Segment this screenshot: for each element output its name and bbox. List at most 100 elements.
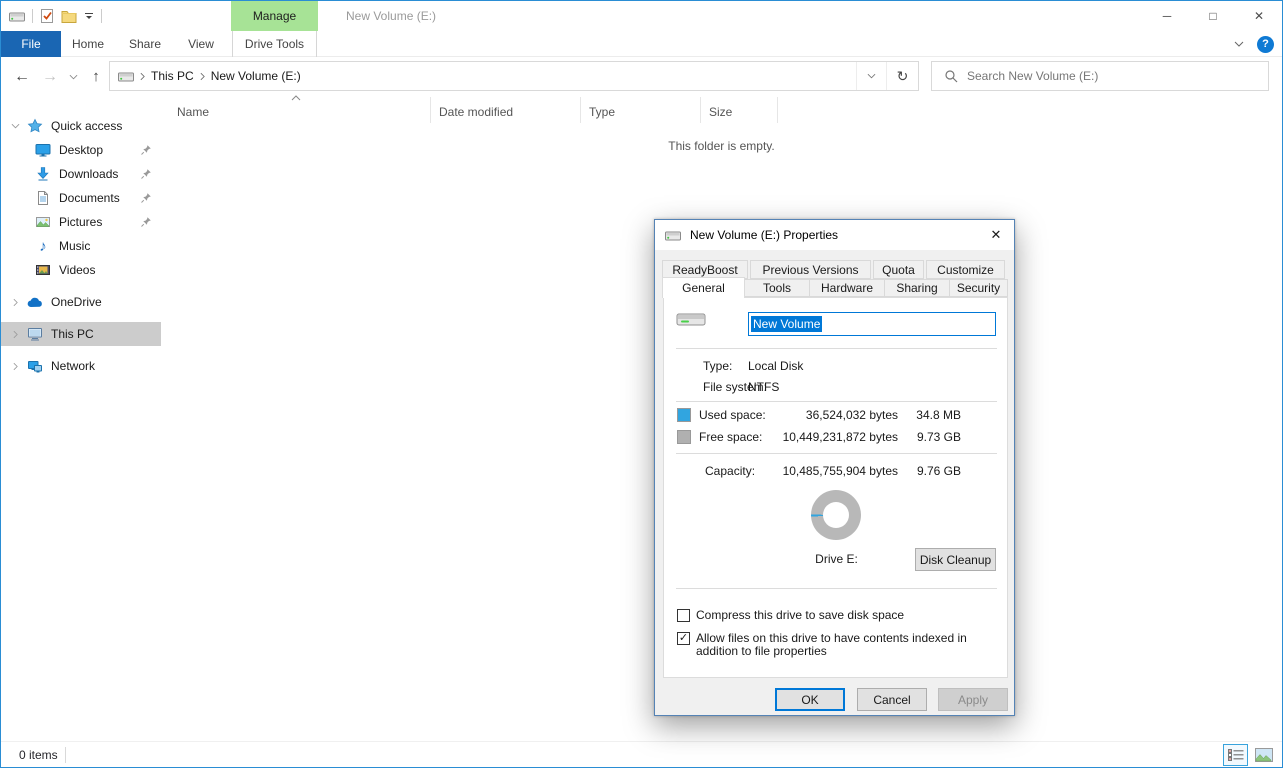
ok-button[interactable]: OK — [775, 688, 845, 711]
contextual-group-manage[interactable]: Manage — [231, 1, 318, 31]
column-header-date-modified[interactable]: Date modified — [431, 97, 581, 123]
sort-ascending-icon — [291, 95, 301, 101]
chevron-right-icon[interactable] — [200, 72, 205, 81]
empty-folder-message: This folder is empty. — [161, 139, 1282, 153]
up-button[interactable]: ↑ — [85, 58, 107, 95]
tab-customize[interactable]: Customize — [926, 260, 1005, 279]
tab-previous-versions[interactable]: Previous Versions — [750, 260, 871, 279]
sidebar-item-label: OneDrive — [51, 295, 102, 309]
volume-label-input[interactable]: New Volume — [748, 312, 996, 336]
tab-tools[interactable]: Tools — [745, 279, 810, 297]
address-dropdown-icon[interactable] — [856, 62, 886, 90]
sidebar-item-label: Desktop — [59, 143, 103, 157]
sidebar-item-quick-access[interactable]: Quick access — [1, 114, 161, 138]
filesystem-value: NTFS — [748, 380, 779, 394]
tab-quota[interactable]: Quota — [873, 260, 924, 279]
properties-icon[interactable] — [40, 8, 54, 24]
collapse-ribbon-icon[interactable] — [1234, 41, 1244, 47]
refresh-icon[interactable]: ↻ — [886, 62, 918, 90]
sidebar-item-documents[interactable]: Documents — [1, 186, 161, 210]
minimize-button[interactable]: ─ — [1144, 1, 1190, 31]
customize-toolbar-icon[interactable] — [84, 12, 94, 21]
sidebar-item-label: Videos — [59, 263, 95, 277]
disk-cleanup-button[interactable]: Disk Cleanup — [915, 548, 996, 571]
sidebar-item-label: Downloads — [59, 167, 118, 181]
capacity-label: Capacity: — [705, 464, 755, 478]
index-checkbox-label[interactable]: Allow files on this drive to have conten… — [696, 632, 999, 658]
help-icon[interactable]: ? — [1257, 36, 1274, 53]
checkmark-glyph: ✓ — [679, 633, 688, 644]
dialog-tabs-front-row: General Tools Hardware Sharing Security — [662, 279, 1008, 297]
column-header-size[interactable]: Size — [701, 97, 778, 123]
index-checkbox[interactable]: ✓ — [677, 632, 690, 645]
ribbon-right-controls: ? — [1234, 31, 1274, 57]
general-tab-page: New Volume Type: Local Disk File system:… — [663, 297, 1008, 678]
breadcrumb-current[interactable]: New Volume (E:) — [211, 69, 301, 83]
search-input[interactable] — [967, 69, 1268, 83]
window-title: New Volume (E:) — [346, 1, 436, 31]
items-count: 0 items — [19, 742, 58, 768]
tab-sharing[interactable]: Sharing — [885, 279, 950, 297]
sidebar-item-desktop[interactable]: Desktop — [1, 138, 161, 162]
chevron-right-icon[interactable] — [9, 362, 21, 371]
pin-icon — [140, 144, 152, 156]
navigation-pane: Quick access Desktop Downloads Documents… — [1, 95, 161, 741]
tab-drive-tools[interactable]: Drive Tools — [232, 31, 317, 57]
maximize-button[interactable]: □ — [1190, 1, 1236, 31]
forward-button[interactable]: → — [37, 58, 63, 95]
type-row: Type: Local Disk — [664, 359, 1007, 375]
view-toggles — [1223, 744, 1276, 766]
music-note-icon: ♪ — [34, 239, 52, 254]
tab-hardware[interactable]: Hardware — [810, 279, 885, 297]
history-chevron-icon[interactable] — [63, 58, 83, 95]
column-label: Size — [709, 105, 732, 119]
address-bar[interactable]: This PC New Volume (E:) — [110, 62, 856, 90]
tab-general[interactable]: General — [662, 277, 745, 298]
sidebar-item-videos[interactable]: Videos — [1, 258, 161, 282]
details-view-icon[interactable] — [1223, 744, 1248, 766]
tab-share[interactable]: Share — [117, 31, 173, 57]
sidebar-item-music[interactable]: ♪ Music — [1, 234, 161, 258]
ribbon-tab-bar: File Home Share View Drive Tools ? — [1, 31, 1282, 57]
column-headers: Name Date modified Type Size — [161, 97, 778, 123]
divider — [65, 747, 66, 763]
tab-view[interactable]: View — [173, 31, 229, 57]
breadcrumb-this-pc[interactable]: This PC — [151, 69, 194, 83]
filesystem-row: File system: NTFS — [664, 380, 1007, 396]
used-space-row: Used space: 36,524,032 bytes 34.8 MB — [664, 408, 1007, 424]
chevron-down-icon[interactable] — [9, 123, 21, 129]
tab-security[interactable]: Security — [950, 279, 1008, 297]
thumbnail-view-icon[interactable] — [1251, 744, 1276, 766]
chevron-right-icon[interactable] — [9, 330, 21, 339]
compress-checkbox[interactable] — [677, 609, 690, 622]
back-button[interactable]: ← — [9, 58, 35, 95]
dialog-close-button[interactable]: ✕ — [978, 220, 1014, 250]
divider — [676, 453, 997, 455]
sidebar-item-label: This PC — [51, 327, 94, 341]
sidebar-item-onedrive[interactable]: OneDrive — [1, 290, 161, 314]
chevron-right-icon[interactable] — [9, 298, 21, 307]
new-folder-icon[interactable] — [61, 10, 77, 23]
address-bar-group: This PC New Volume (E:) ↻ — [109, 61, 919, 91]
tab-file[interactable]: File — [1, 31, 61, 57]
sidebar-item-this-pc[interactable]: This PC — [1, 322, 161, 346]
onedrive-cloud-icon — [26, 296, 44, 308]
apply-button[interactable]: Apply — [938, 688, 1008, 711]
column-header-type[interactable]: Type — [581, 97, 701, 123]
used-space-bytes: 36,524,032 bytes — [754, 408, 898, 422]
column-label: Type — [589, 105, 615, 119]
column-label: Name — [177, 105, 209, 119]
sidebar-item-label: Music — [59, 239, 90, 253]
compress-checkbox-label[interactable]: Compress this drive to save disk space — [696, 609, 999, 622]
free-space-label: Free space: — [699, 430, 762, 444]
sidebar-item-downloads[interactable]: Downloads — [1, 162, 161, 186]
close-button[interactable]: ✕ — [1236, 1, 1282, 31]
sidebar-item-pictures[interactable]: Pictures — [1, 210, 161, 234]
sidebar-item-network[interactable]: Network — [1, 354, 161, 378]
cancel-button[interactable]: Cancel — [857, 688, 927, 711]
chevron-right-icon[interactable] — [140, 72, 145, 81]
drive-icon — [676, 308, 706, 330]
column-header-name[interactable]: Name — [161, 97, 431, 123]
tab-home[interactable]: Home — [60, 31, 116, 57]
disk-usage-donut-chart — [811, 490, 861, 540]
